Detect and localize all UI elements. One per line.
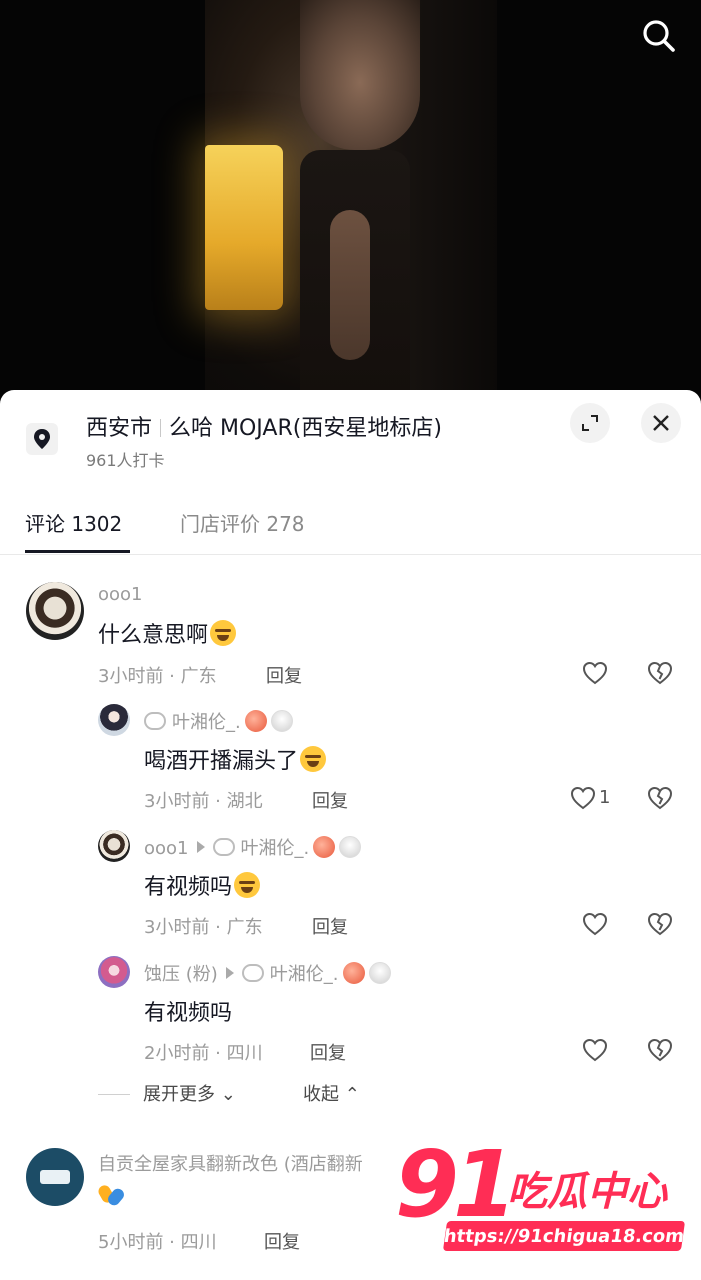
expand-icon — [582, 415, 598, 431]
like-count: 1 — [599, 787, 611, 808]
dislike-heart-icon[interactable] — [646, 784, 674, 812]
tab-store-reviews[interactable]: 门店评价 278 — [180, 508, 305, 537]
watermark: 91 吃瓜中心 https://91chigua18.com — [395, 1135, 690, 1260]
heart-icon[interactable] — [581, 910, 609, 938]
reply-meta: 3小时前 · 湖北 — [144, 791, 263, 812]
chevron-up-icon: ⌃ — [344, 1084, 360, 1105]
comment-meta: 3小时前 · 广东 — [98, 666, 217, 687]
comment-text — [96, 1182, 127, 1212]
close-icon — [653, 415, 669, 431]
comment-username[interactable]: ooo1 — [98, 584, 143, 605]
rice-emoji-icon — [368, 962, 391, 984]
reply-button[interactable]: 回复 — [312, 913, 348, 939]
comment-username[interactable]: 自贡全屋家具翻新改色 (酒店翻新 — [98, 1150, 363, 1176]
location-pin-icon — [26, 423, 58, 455]
heart-icon[interactable] — [581, 659, 609, 687]
video-subject-face — [300, 0, 420, 150]
reply-button[interactable]: 回复 — [310, 1039, 346, 1065]
heart-icon[interactable] — [569, 784, 597, 812]
title-divider — [160, 419, 162, 437]
cloud-emoji-icon — [212, 838, 235, 856]
peach-emoji-icon — [313, 836, 336, 858]
expand-more-button[interactable]: 展开更多 ⌄ — [143, 1080, 236, 1106]
avatar[interactable] — [26, 1148, 84, 1206]
replies-controls: 展开更多 ⌄ 收起 ⌃ — [98, 1080, 398, 1110]
reply-username[interactable]: 叶湘伦_. — [144, 708, 293, 734]
video-subject-detail — [330, 210, 370, 360]
collapse-button[interactable]: 收起 ⌃ — [303, 1080, 360, 1106]
watermark-url: https://91chigua18.com — [442, 1221, 686, 1251]
reply-text: 有视频吗 — [144, 1001, 233, 1026]
heart-icon[interactable] — [581, 1036, 609, 1064]
rice-emoji-icon — [339, 836, 362, 858]
avatar[interactable] — [98, 704, 130, 736]
video-lamp — [205, 145, 283, 310]
reply-text: 有视频吗 — [144, 869, 261, 901]
rice-emoji-icon — [270, 710, 293, 732]
avatar[interactable] — [98, 956, 130, 988]
tab-active-indicator — [25, 550, 130, 553]
chevron-down-icon: ⌄ — [220, 1084, 236, 1105]
reply-meta: 3小时前 · 广东 — [144, 917, 263, 938]
divider — [98, 1094, 130, 1095]
tab-bar: 评论 1302 门店评价 278 — [0, 495, 701, 555]
reply-text: 喝酒开播漏头了 — [144, 743, 327, 775]
reply-arrow-icon — [225, 967, 234, 979]
hug-emoji-icon — [96, 1182, 127, 1208]
cloud-emoji-icon — [144, 712, 166, 730]
cloud-emoji-icon — [241, 964, 264, 982]
reply-button[interactable]: 回复 — [312, 787, 348, 813]
comment-text: 什么意思啊 — [98, 617, 237, 649]
location-place: 么哈 MOJAR(西安星地标店) — [169, 416, 442, 441]
checkin-count: 961人打卡 — [86, 451, 165, 470]
watermark-number: 91 — [395, 1131, 517, 1238]
dislike-heart-icon[interactable] — [646, 910, 674, 938]
avatar[interactable] — [26, 582, 84, 640]
watermark-text: 吃瓜中心 — [507, 1169, 667, 1215]
reply-username[interactable]: ooo1 叶湘伦_. — [144, 834, 362, 860]
close-button[interactable] — [641, 403, 681, 443]
location-header[interactable]: 西安市 么哈 MOJAR(西安星地标店) 961人打卡 — [0, 390, 701, 480]
dislike-heart-icon[interactable] — [646, 1036, 674, 1064]
laugh-cry-emoji-icon — [234, 872, 261, 898]
dislike-heart-icon[interactable] — [646, 659, 674, 687]
comment-meta: 5小时前 · 四川 — [98, 1232, 217, 1253]
peach-emoji-icon — [244, 710, 267, 732]
laugh-cry-emoji-icon — [210, 620, 237, 646]
reply-button[interactable]: 回复 — [264, 1228, 300, 1254]
avatar[interactable] — [98, 830, 130, 862]
location-title[interactable]: 西安市 么哈 MOJAR(西安星地标店) — [86, 410, 442, 442]
tab-comments[interactable]: 评论 1302 — [25, 508, 122, 537]
reply-username[interactable]: 蚀压 (粉) 叶湘伦_. — [144, 960, 391, 986]
reply-button[interactable]: 回复 — [266, 662, 302, 688]
video-player[interactable] — [0, 0, 701, 400]
peach-emoji-icon — [342, 962, 365, 984]
expand-button[interactable] — [570, 403, 610, 443]
laugh-cry-emoji-icon — [300, 746, 327, 772]
search-icon — [643, 20, 675, 52]
location-city: 西安市 — [86, 416, 153, 441]
search-button[interactable] — [637, 14, 681, 58]
reply-arrow-icon — [196, 841, 205, 853]
reply-meta: 2小时前 · 四川 — [144, 1043, 263, 1064]
